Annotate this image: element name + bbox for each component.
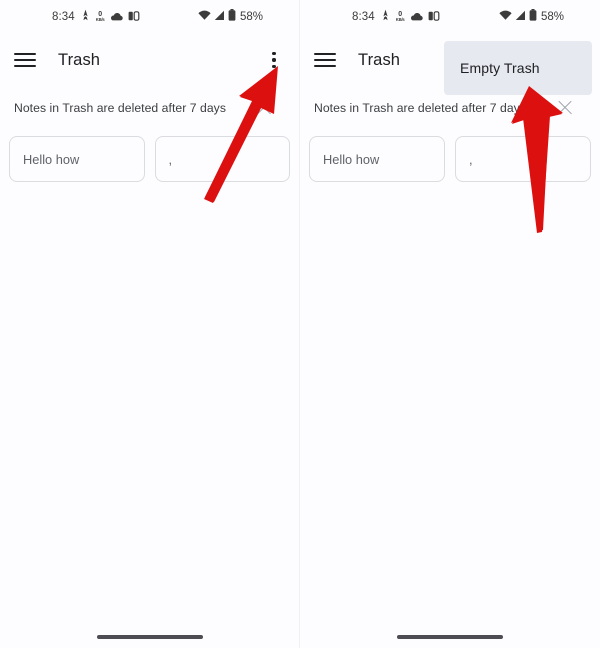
status-bar-right: 58% — [198, 8, 263, 26]
note-text: Hello how — [323, 151, 380, 167]
app-bar: Trash — [0, 34, 299, 86]
screenshot-pair: 8:34 0 KB/s 58% Trash Notes in Trash are… — [0, 0, 600, 648]
cloud-icon — [110, 8, 123, 26]
status-bar-left: 8:34 0 KB/s — [352, 8, 440, 26]
close-icon[interactable] — [554, 97, 576, 119]
status-time: 8:34 — [352, 11, 375, 23]
home-indicator[interactable] — [397, 635, 503, 639]
walk-icon — [380, 8, 391, 26]
overflow-dot — [272, 51, 276, 56]
notes-grid: Hello how , — [300, 130, 600, 182]
note-card[interactable]: Hello how — [309, 136, 445, 182]
status-bar: 8:34 0 KB/s 58% — [300, 0, 600, 34]
note-card[interactable]: Hello how — [9, 136, 145, 182]
notes-grid: Hello how , — [0, 130, 299, 182]
hamburger-icon[interactable] — [312, 47, 338, 73]
trash-notice-bar: Notes in Trash are deleted after 7 days — [0, 86, 299, 130]
menu-item-empty-trash[interactable]: Empty Trash — [460, 60, 540, 76]
more-vert-icon[interactable] — [263, 45, 285, 75]
battery-icon — [228, 8, 236, 26]
note-card[interactable]: , — [154, 136, 290, 182]
wifi-icon — [198, 8, 211, 26]
hamburger-bar — [314, 59, 336, 61]
phone-screen-after: 8:34 0 KB/s 58% Trash Notes in Trash are… — [300, 0, 600, 648]
battery-percent: 58% — [540, 11, 564, 23]
note-text: Hello how — [23, 151, 80, 167]
status-bar-left: 8:34 0 KB/s — [52, 8, 140, 26]
cloud-icon — [410, 8, 423, 26]
overflow-menu-popup: Empty Trash — [444, 41, 592, 95]
hamburger-bar — [314, 53, 336, 55]
hamburger-bar — [14, 65, 36, 67]
data-rate-unit: KB/s — [395, 17, 405, 23]
signal-icon — [515, 8, 526, 26]
note-card[interactable]: , — [455, 136, 591, 182]
walk-icon — [80, 8, 91, 26]
hamburger-icon[interactable] — [12, 47, 38, 73]
wifi-icon — [499, 8, 512, 26]
signal-icon — [214, 8, 225, 26]
overflow-dot — [272, 64, 276, 69]
home-indicator[interactable] — [96, 635, 203, 639]
trash-notice-text: Notes in Trash are deleted after 7 days — [14, 101, 226, 115]
contrast-icon — [128, 8, 140, 26]
trash-notice-text: Notes in Trash are deleted after 7 days — [314, 101, 526, 115]
status-bar: 8:34 0 KB/s 58% — [0, 0, 299, 34]
hamburger-bar — [314, 65, 336, 67]
page-title: Trash — [58, 50, 101, 69]
contrast-icon — [428, 8, 440, 26]
close-icon[interactable] — [253, 97, 275, 119]
note-text: , — [168, 151, 173, 167]
data-rate-unit: KB/s — [95, 17, 105, 23]
hamburger-bar — [14, 59, 36, 61]
data-rate-icon: 0 KB/s — [96, 11, 105, 22]
battery-percent: 58% — [239, 11, 263, 23]
note-text: , — [469, 151, 473, 167]
hamburger-bar — [14, 53, 36, 55]
page-title: Trash — [358, 50, 401, 69]
overflow-dot — [272, 58, 276, 62]
status-bar-right: 58% — [499, 8, 564, 26]
phone-screen-before: 8:34 0 KB/s 58% Trash Notes in Trash are… — [0, 0, 300, 648]
data-rate-icon: 0 KB/s — [396, 11, 405, 22]
battery-icon — [529, 8, 537, 26]
status-time: 8:34 — [52, 11, 75, 23]
